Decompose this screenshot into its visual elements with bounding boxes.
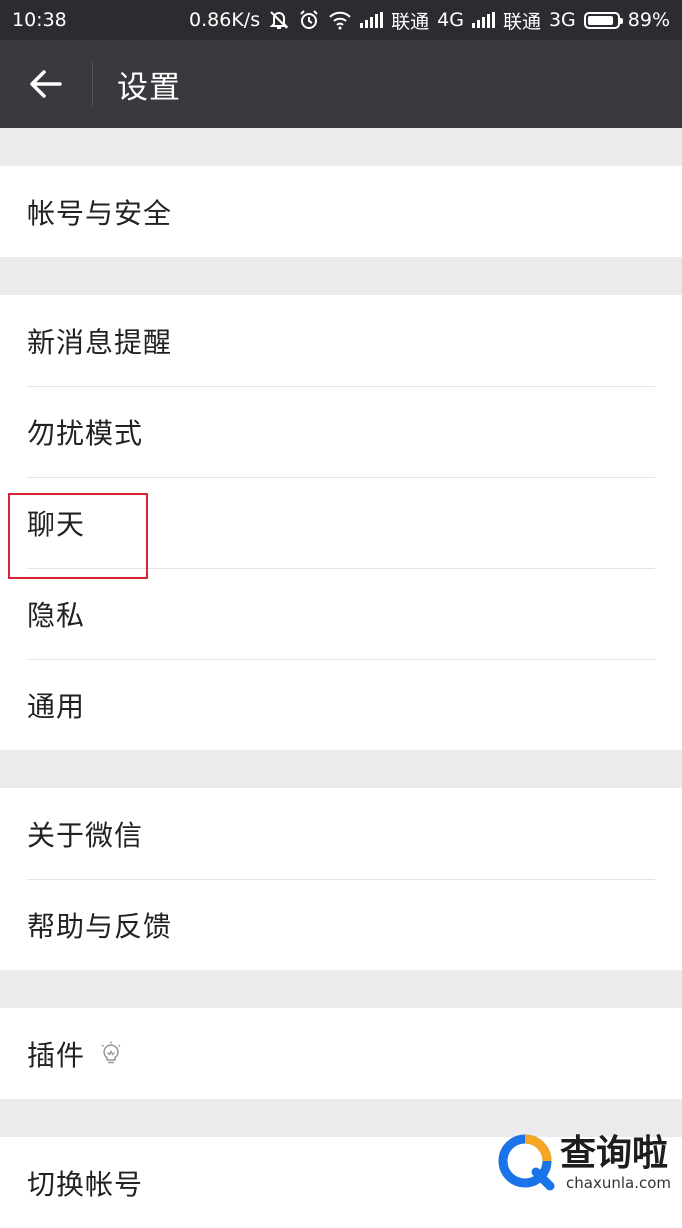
carrier-1: 联通 xyxy=(391,10,430,33)
settings-item-notifications[interactable]: 新消息提醒 xyxy=(0,295,682,386)
battery-percent: 89% xyxy=(627,9,670,31)
lightbulb-icon xyxy=(99,1041,123,1067)
group-gap xyxy=(0,750,682,788)
page-title: 设置 xyxy=(117,69,181,106)
settings-item-account-security[interactable]: 帐号与安全 xyxy=(0,166,682,257)
status-right: 0.86K/s 联通 4G 联通 3G 89% xyxy=(189,7,670,34)
settings-item-privacy[interactable]: 隐私 xyxy=(0,568,682,659)
settings-item-help-feedback[interactable]: 帮助与反馈 xyxy=(0,879,682,970)
signal-icon xyxy=(360,12,384,28)
watermark-cn: 查询啦 xyxy=(560,1132,669,1174)
item-label: 帮助与反馈 xyxy=(27,909,173,943)
settings-group-account: 帐号与安全 xyxy=(0,166,682,257)
settings-item-do-not-disturb[interactable]: 勿扰模式 xyxy=(0,386,682,477)
item-label: 插件 xyxy=(27,1038,86,1072)
item-label: 隐私 xyxy=(27,598,86,632)
settings-item-about-wechat[interactable]: 关于微信 xyxy=(0,788,682,879)
watermark: 查询啦 chaxunla.com xyxy=(498,1123,682,1203)
carrier-2: 联通 xyxy=(502,10,541,33)
network-type-1: 4G xyxy=(437,9,464,31)
item-label: 帐号与安全 xyxy=(27,196,173,230)
settings-item-plugins[interactable]: 插件 xyxy=(0,1008,682,1099)
item-label: 聊天 xyxy=(27,507,86,541)
item-label: 新消息提醒 xyxy=(27,325,173,359)
settings-item-chat[interactable]: 聊天 xyxy=(0,477,682,568)
arrow-left-icon xyxy=(30,70,62,98)
group-gap xyxy=(0,257,682,295)
network-speed: 0.86K/s xyxy=(189,9,261,31)
mute-icon xyxy=(268,9,290,31)
watermark-en: chaxunla.com xyxy=(566,1173,671,1192)
wifi-icon xyxy=(328,10,352,30)
settings-item-general[interactable]: 通用 xyxy=(0,659,682,750)
group-gap xyxy=(0,970,682,1008)
item-label: 关于微信 xyxy=(27,818,144,852)
signal-icon xyxy=(471,12,495,28)
item-label: 通用 xyxy=(27,689,86,723)
watermark-logo-icon xyxy=(498,1134,555,1191)
settings-group-about: 关于微信 帮助与反馈 xyxy=(0,788,682,970)
back-button[interactable] xyxy=(0,40,92,128)
item-label: 切换帐号 xyxy=(27,1167,144,1201)
top-toolbar: 设置 xyxy=(0,40,682,128)
watermark-text: 查询啦 chaxunla.com xyxy=(560,1132,671,1192)
item-label: 勿扰模式 xyxy=(27,416,144,450)
toolbar-divider xyxy=(92,62,93,106)
settings-group-plugins: 插件 xyxy=(0,1008,682,1099)
settings-list: 帐号与安全 新消息提醒 勿扰模式 聊天 隐私 通用 关于微信 帮助与反馈 插件 xyxy=(0,166,682,1228)
status-time: 10:38 xyxy=(12,9,67,31)
settings-group-general: 新消息提醒 勿扰模式 聊天 隐私 通用 xyxy=(0,295,682,750)
alarm-icon xyxy=(298,9,320,31)
status-bar: 10:38 0.86K/s 联通 4G 联通 3G 89% xyxy=(0,0,682,40)
battery-icon xyxy=(583,11,623,29)
network-type-2: 3G xyxy=(548,9,576,31)
